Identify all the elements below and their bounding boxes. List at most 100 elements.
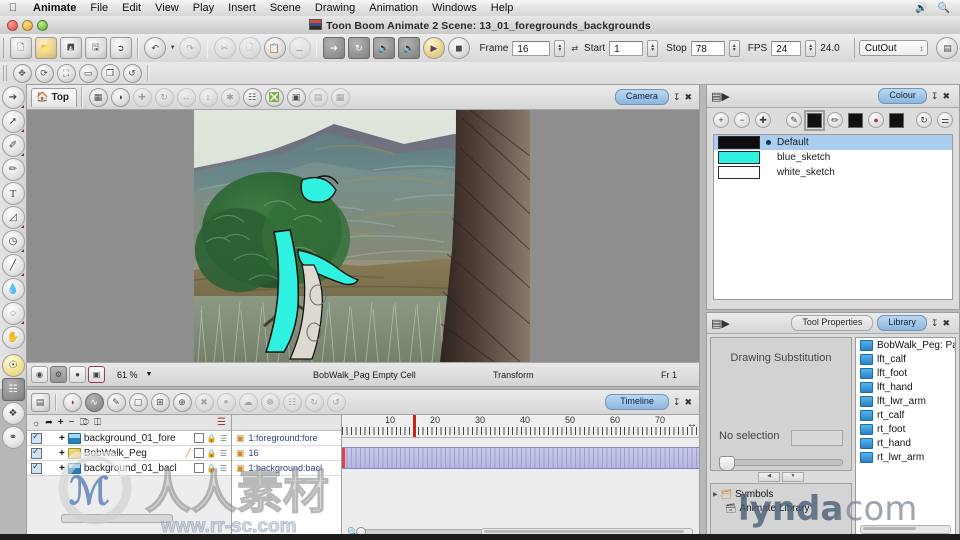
table-row[interactable]: + BobWalk_Peg ╱ 🔒 ☰	[27, 446, 231, 461]
frame-stepper[interactable]: ▲ ▼	[554, 39, 566, 57]
stop-input[interactable]: 78	[690, 40, 725, 56]
fps-stepper[interactable]: ▲ ▼	[805, 39, 817, 57]
select-arrow-icon[interactable]: ➔	[322, 37, 345, 59]
list-item[interactable]: lft_calf	[856, 352, 955, 366]
tree-item-animate-library[interactable]: 🗃 Animate Library	[713, 501, 849, 515]
template-icon[interactable]: ☷	[282, 392, 302, 412]
onion-toggle[interactable]	[193, 448, 204, 458]
drawing-slider[interactable]	[719, 456, 843, 471]
redo-icon[interactable]: ↷	[179, 37, 202, 59]
panel-menu-icon[interactable]: ▤▶	[711, 90, 730, 103]
apple-icon[interactable]: 	[0, 2, 26, 14]
transform-tool[interactable]: ☷	[1, 378, 25, 401]
workspace-select[interactable]: CutOut	[858, 40, 929, 57]
duplicate-icon[interactable]: ⎄	[79, 417, 89, 428]
drawing-icon[interactable]: ✎	[106, 392, 126, 412]
menu-edit[interactable]: Edit	[115, 0, 148, 16]
cutter-tool[interactable]: ➚	[1, 110, 25, 133]
brush-swatch-icon[interactable]	[848, 112, 864, 128]
library-tree[interactable]: ▶ 🗂 Symbols 🗃 Animate Library	[710, 483, 852, 537]
layer-visibility-checkbox[interactable]	[31, 461, 42, 474]
layer-options-icon[interactable]: ☰	[220, 464, 227, 473]
onion-skin-tool[interactable]: ☉	[1, 354, 25, 377]
view-tab-top[interactable]: 🏠 Top	[31, 87, 78, 107]
export-icon[interactable]: ➲	[109, 37, 132, 59]
list-item[interactable]: rt_calf	[856, 408, 955, 422]
delete-icon[interactable]: ⚊	[288, 37, 311, 59]
layer-options-icon[interactable]: ☰	[220, 434, 227, 443]
dropper-tool[interactable]: 💧	[1, 278, 25, 301]
workspace-manager-icon[interactable]: ▤	[936, 37, 959, 59]
matte-view-icon[interactable]: ▤	[308, 87, 328, 107]
link-icon[interactable]: ⚌	[937, 112, 953, 128]
list-item[interactable]: lft_hand	[856, 380, 955, 394]
add-column-icon[interactable]: ▢	[128, 392, 148, 412]
function-view-icon[interactable]: ∿	[84, 392, 104, 412]
node-icon[interactable]: ☁	[238, 392, 258, 412]
stop-icon[interactable]: ◼	[447, 37, 470, 59]
sound-on-icon[interactable]: 🔊	[372, 37, 395, 59]
save-all-icon[interactable]: 🖫	[84, 37, 107, 59]
volume-icon[interactable]: 🔊	[915, 3, 927, 14]
add-layer-icon[interactable]: ⊞	[150, 392, 170, 412]
menu-animate[interactable]: Animate	[26, 0, 83, 16]
undo-icon[interactable]: ↶	[144, 37, 167, 59]
loop-icon[interactable]: ↻	[347, 37, 370, 59]
contour-editor-tool[interactable]: ◌	[1, 302, 25, 325]
colour-row-default[interactable]: Default	[714, 135, 952, 150]
light-table-icon[interactable]: ❎	[264, 87, 284, 107]
list-item[interactable]: rt_lwr_arm	[856, 450, 955, 464]
split-icon[interactable]: ☰	[217, 417, 226, 428]
tab-camera[interactable]: Camera	[614, 89, 669, 105]
fps-input[interactable]: 24	[771, 40, 802, 56]
expand-arrow-icon[interactable]: ▶	[713, 491, 718, 498]
eraser-tool[interactable]: ◿	[1, 206, 25, 229]
tab-timeline[interactable]: Timeline	[605, 394, 669, 410]
new-scene-icon[interactable]: 🗋	[9, 37, 32, 59]
menu-windows[interactable]: Windows	[425, 0, 484, 16]
expand-icon[interactable]: +	[59, 448, 65, 459]
menu-insert[interactable]: Insert	[221, 0, 263, 16]
expand-icon[interactable]: +	[59, 463, 65, 474]
list-item[interactable]: rt_hand	[856, 436, 955, 450]
drawing-name-field[interactable]	[791, 430, 843, 446]
table-row[interactable]: ▣ 1:foreground:fore	[232, 431, 341, 446]
scale-icon[interactable]: ⛶	[56, 63, 76, 83]
chevron-down-icon[interactable]: ▼	[146, 371, 153, 378]
drawing-substitution-box[interactable]: Drawing Substitution No selection	[710, 337, 852, 472]
menu-scene[interactable]: Scene	[263, 0, 308, 16]
settings-icon[interactable]: ⚙	[50, 366, 67, 383]
lock-icon[interactable]: 🔒	[207, 434, 217, 443]
cut-icon[interactable]: ✂	[213, 37, 236, 59]
list-item[interactable]: lft_foot	[856, 366, 955, 380]
layer-options-icon[interactable]: ☰	[220, 449, 227, 458]
onion-icon[interactable]: ●	[69, 366, 86, 383]
layer-visibility-checkbox[interactable]	[31, 431, 42, 444]
tab-tool-properties[interactable]: Tool Properties	[791, 315, 874, 331]
collapse-icon[interactable]: ↧	[931, 318, 939, 329]
reload-icon[interactable]: ↻	[916, 112, 932, 128]
reset-zoom-icon[interactable]: ↕	[198, 87, 218, 107]
paste-icon[interactable]: 📋	[263, 37, 286, 59]
toolbar2-grip[interactable]	[3, 65, 8, 81]
show-grid-icon[interactable]: ☷	[242, 87, 262, 107]
undo-dropdown-icon[interactable]: ▼	[170, 45, 176, 51]
list-item[interactable]: lft_lwr_arm	[856, 394, 955, 408]
save-icon[interactable]: 🖪	[59, 37, 82, 59]
onion-toggle[interactable]	[193, 433, 204, 443]
delete-icon[interactable]: ✖	[194, 392, 214, 412]
reset-icon[interactable]: ↺	[122, 63, 142, 83]
list-item[interactable]: rt_foot	[856, 422, 955, 436]
list-item[interactable]: BobWalk_Peg: Pat	[856, 338, 955, 352]
collapse-icon[interactable]: ↧	[931, 91, 939, 102]
expand-icon[interactable]: +	[59, 433, 65, 444]
animate-tool[interactable]: ❖	[1, 402, 25, 425]
timeline-view-icon[interactable]: ▤	[30, 392, 50, 412]
menu-animation[interactable]: Animation	[362, 0, 425, 16]
symbol-icon[interactable]: ☸	[260, 392, 280, 412]
reset-rotation-icon[interactable]: ↻	[154, 87, 174, 107]
rotate-icon[interactable]: ⟳	[34, 63, 54, 83]
collapse-icon[interactable]: ↧	[673, 92, 681, 103]
collapse-icon[interactable]: ↧	[673, 397, 681, 408]
brush-line-icon[interactable]: ✏	[827, 112, 844, 128]
